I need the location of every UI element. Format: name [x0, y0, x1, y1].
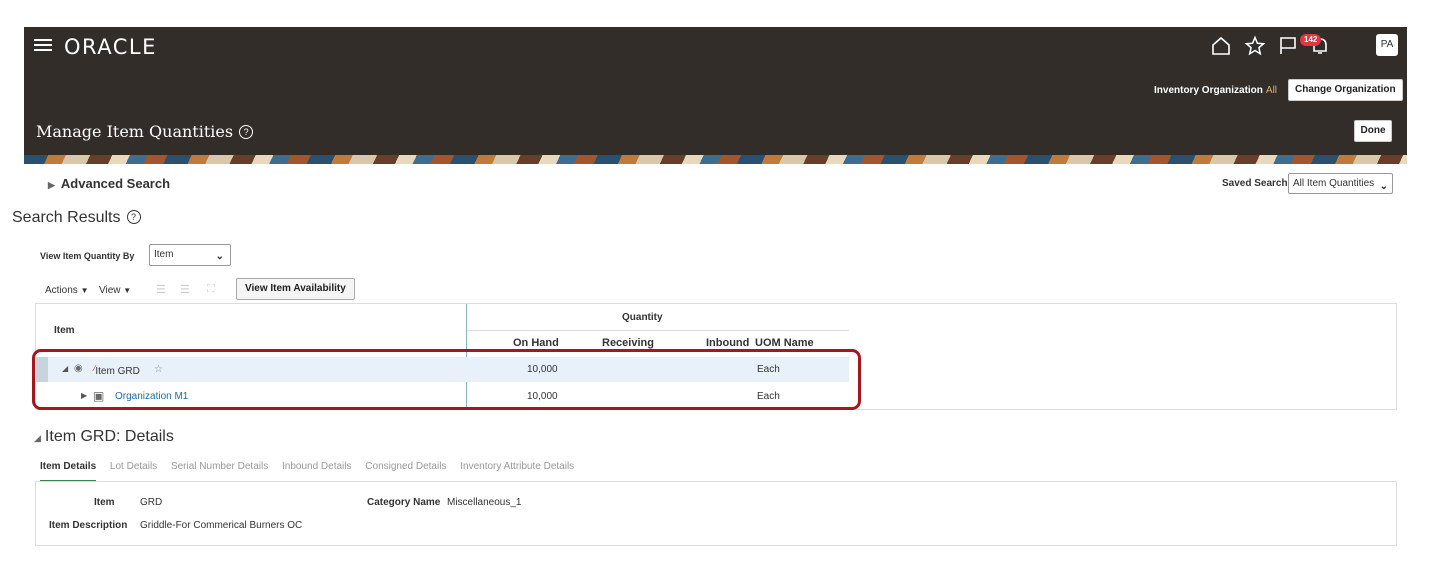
actions-menu[interactable]: Actions ▼ [45, 285, 89, 296]
expand-triangle-icon[interactable]: ▶ [81, 391, 87, 400]
home-icon[interactable] [1210, 35, 1232, 57]
decorative-banner [24, 155, 1407, 164]
saved-search-value: All Item Quantities [1293, 178, 1375, 189]
collapse-all-icon[interactable]: ☰ [180, 283, 194, 296]
on-hand-value: 10,000 [527, 391, 558, 402]
column-header-inbound[interactable]: Inbound [706, 337, 749, 349]
view-menu[interactable]: View ▼ [99, 285, 131, 296]
page-title-text: Manage Item Quantities [36, 122, 234, 141]
on-hand-value: 10,000 [527, 364, 558, 375]
details-section-title[interactable]: ◢ Item GRD: Details [34, 428, 174, 446]
tab-lot-details[interactable]: Lot Details [110, 461, 157, 482]
inventory-org-value: All [1265, 85, 1278, 96]
group-divider [467, 330, 849, 331]
view-by-value: Item [154, 249, 174, 260]
tab-serial-number-details[interactable]: Serial Number Details [171, 461, 268, 482]
column-header-item[interactable]: Item [54, 325, 75, 336]
saved-search-label: Saved Search [1222, 178, 1288, 189]
help-icon[interactable]: ? [239, 125, 254, 139]
caret-down-icon: ▼ [80, 286, 89, 295]
view-item-availability-button[interactable]: View Item Availability [236, 278, 355, 300]
item-details-panel: Item GRD Category Name Miscellaneous_1 I… [35, 481, 1397, 546]
user-avatar[interactable]: PA [1376, 34, 1398, 56]
saved-search-select[interactable]: All Item Quantities ⌄ [1288, 173, 1393, 194]
detach-icon[interactable]: ⛶ [207, 283, 221, 295]
search-results-text: Search Results [12, 209, 121, 226]
column-header-receiving[interactable]: Receiving [602, 337, 654, 349]
tab-consigned-details[interactable]: Consigned Details [365, 461, 446, 482]
done-button[interactable]: Done [1354, 120, 1392, 142]
details-tabs: Item Details Lot Details Serial Number D… [40, 461, 585, 482]
page-title: Manage Item Quantities? [36, 122, 254, 141]
view-by-select[interactable]: Item ⌄ [149, 244, 231, 266]
inventory-org-label: Inventory Organization [1154, 85, 1263, 96]
change-organization-button[interactable]: Change Organization [1288, 79, 1403, 101]
notification-count-badge: 142 [1300, 34, 1322, 46]
tab-inbound-details[interactable]: Inbound Details [282, 461, 352, 482]
item-description-value: Griddle-For Commerical Burners OC [140, 520, 303, 531]
chevron-down-icon: ⌄ [1379, 181, 1388, 192]
item-label: Item [94, 497, 115, 508]
uom-value: Each [757, 364, 780, 375]
advanced-search-label: Advanced Search [60, 176, 171, 191]
column-header-uom-name[interactable]: UOM Name [755, 337, 814, 349]
expand-triangle-icon: ▶ [48, 180, 55, 190]
item-quantities-table: Item Quantity On Hand Receiving Inbound … [35, 303, 1397, 410]
folder-icon: ▣ [93, 389, 105, 403]
table-row[interactable]: ◢ ◉ ⁄Item GRD ☆ 10,000 Each [36, 357, 849, 382]
expand-all-icon[interactable]: ☰ [156, 283, 170, 296]
caret-down-icon: ▼ [123, 286, 132, 295]
advanced-search-toggle[interactable]: ▶ Advanced Search [48, 176, 170, 191]
help-icon[interactable]: ? [126, 210, 141, 224]
watchlist-flag-icon[interactable] [1277, 35, 1299, 57]
chevron-down-icon: ⌄ [215, 251, 224, 262]
hierarchy-node-icon: ◉ [74, 363, 83, 374]
search-results-title: Search Results? [12, 209, 141, 227]
item-name-text: Item GRD [95, 366, 140, 377]
category-name-label: Category Name [367, 497, 441, 508]
column-header-on-hand[interactable]: On Hand [513, 337, 559, 349]
item-description-label: Item Description [49, 520, 128, 531]
collapse-triangle-icon: ◢ [34, 433, 41, 443]
row-selection-indicator [36, 357, 48, 382]
details-title-text: Item GRD: Details [44, 428, 174, 445]
view-by-label: View Item Quantity By [40, 251, 135, 261]
tab-item-details[interactable]: Item Details [40, 461, 97, 482]
category-name-value: Miscellaneous_1 [447, 497, 522, 508]
tab-inventory-attribute-details[interactable]: Inventory Attribute Details [460, 461, 574, 482]
uom-value: Each [757, 391, 780, 402]
hamburger-menu-icon[interactable] [34, 37, 52, 53]
view-label: View [99, 285, 121, 296]
favorites-star-icon[interactable] [1244, 35, 1266, 57]
inventory-organization: Inventory Organization All [1154, 85, 1277, 96]
global-header: ORACLE 142 PA Inventory Organization All … [24, 27, 1407, 164]
organization-link[interactable]: Organization M1 [115, 391, 188, 402]
column-group-quantity: Quantity [622, 312, 663, 323]
favorite-star-icon[interactable]: ☆ [154, 364, 163, 375]
item-value: GRD [140, 497, 163, 508]
oracle-logo: ORACLE [64, 35, 157, 59]
actions-label: Actions [45, 285, 78, 296]
collapse-triangle-icon[interactable]: ◢ [62, 364, 68, 373]
item-name[interactable]: ⁄Item GRD [94, 364, 140, 377]
table-row[interactable]: ▶ ▣ Organization M1 10,000 Each [36, 384, 849, 409]
